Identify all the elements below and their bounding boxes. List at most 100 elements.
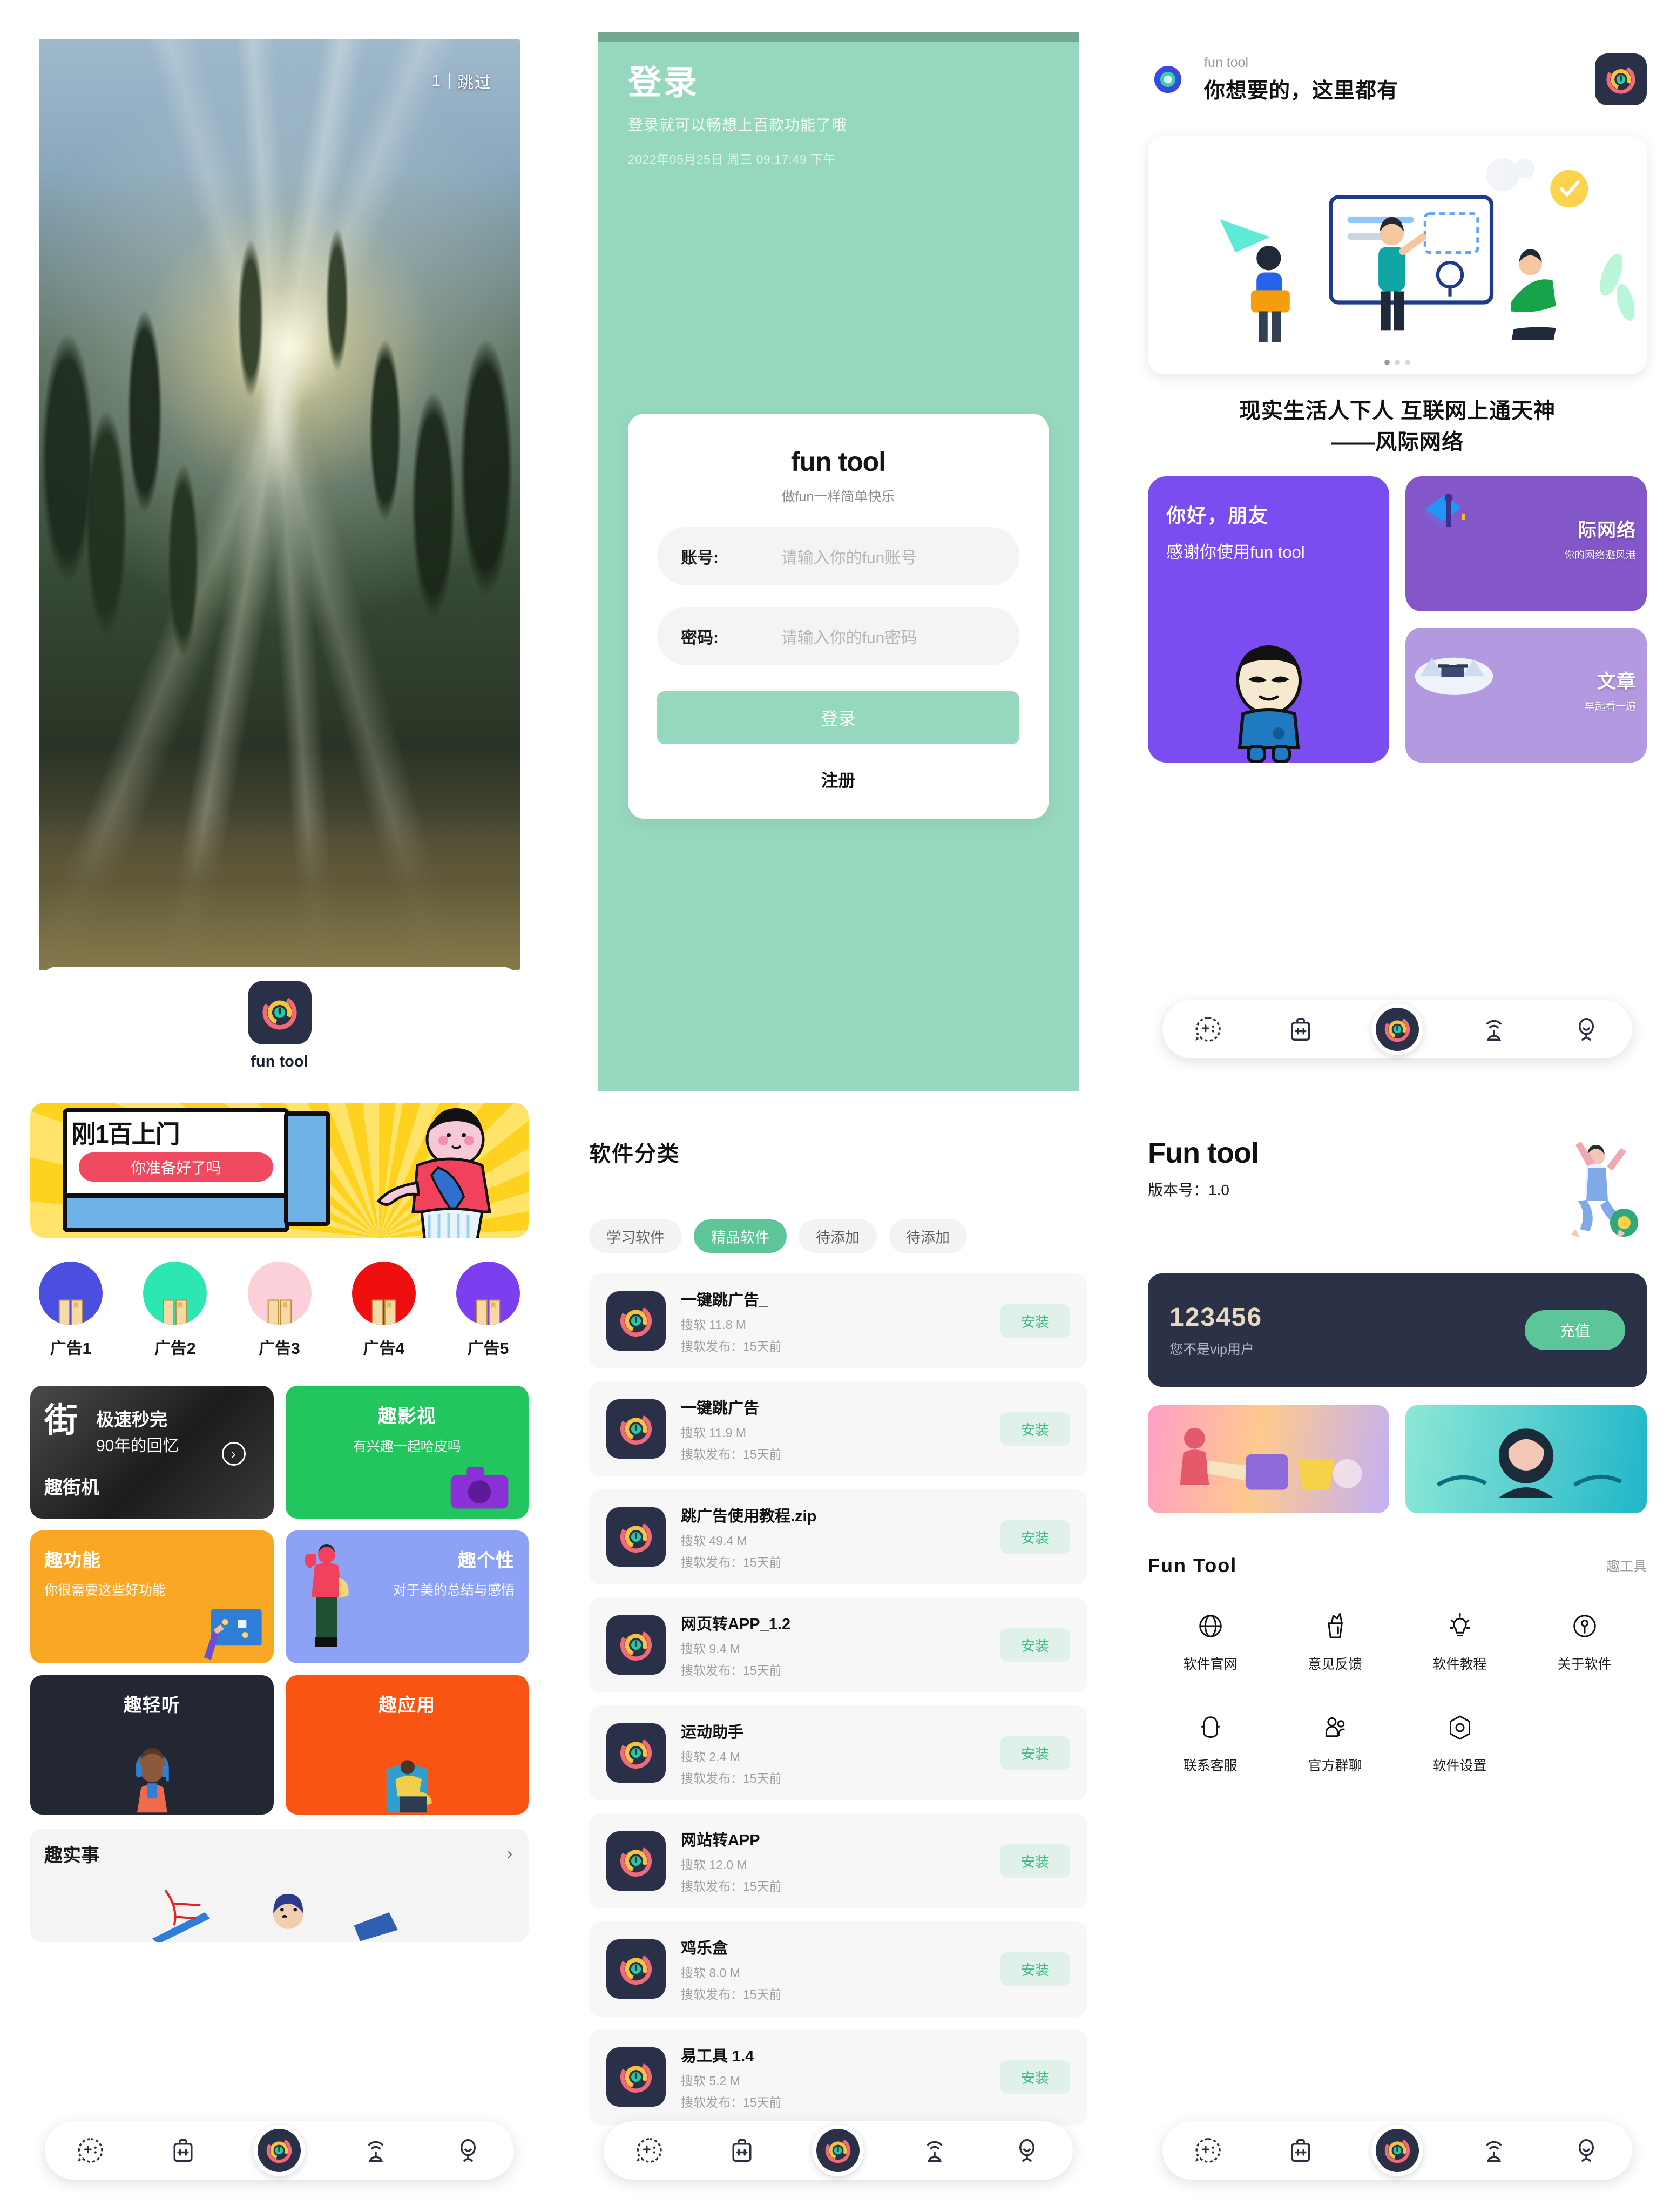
ad-item[interactable]: 广告4	[343, 1262, 424, 1359]
banner-dot[interactable]	[1384, 360, 1390, 365]
tile-listen[interactable]: 趣轻听	[30, 1675, 274, 1815]
tool-item-group[interactable]: 官方群聊	[1273, 1711, 1397, 1775]
home-tab[interactable]	[1371, 1003, 1423, 1055]
promo-banner-right[interactable]	[1405, 1405, 1647, 1513]
fun-tool-logo-icon	[606, 1723, 666, 1783]
toolbox-tab[interactable]	[161, 2129, 205, 2172]
fun-tool-logo-icon	[606, 1291, 666, 1351]
teamwork-illustration	[1148, 136, 1647, 374]
banner-dot[interactable]	[1395, 360, 1400, 365]
home-header-text: fun tool 你想要的，这里都有	[1204, 55, 1579, 104]
promo-banner[interactable]: 刚1百上门 你准备好了吗	[30, 1103, 529, 1238]
promo-screen: 刚1百上门 你准备好了吗	[63, 1108, 289, 1232]
promo-banner-left[interactable]	[1148, 1405, 1389, 1513]
card-article-title: 文章	[1597, 671, 1636, 692]
game-tab[interactable]	[1187, 2129, 1230, 2172]
tile-function[interactable]: 趣功能 你很需要这些好功能	[30, 1530, 274, 1663]
password-input[interactable]: 请输入你的fun密码	[762, 624, 996, 648]
topup-button[interactable]: 充值	[1525, 1310, 1625, 1350]
game-tab[interactable]	[69, 2129, 112, 2172]
tool-item-tutorial[interactable]: 软件教程	[1397, 1609, 1522, 1673]
install-button[interactable]: 安装	[1000, 1412, 1070, 1446]
card-hello[interactable]: 你好，朋友 感谢你使用fun tool	[1148, 476, 1389, 763]
book-icon	[476, 1299, 501, 1325]
app-meta: 鸡乐盒 搜软 8.0 M 搜软发布：15天前	[681, 1936, 985, 2002]
install-button[interactable]: 安装	[1000, 1520, 1070, 1554]
install-button[interactable]: 安装	[1000, 1628, 1070, 1662]
discover-tab[interactable]	[1472, 2129, 1516, 2172]
login-screen: 登录 登录就可以畅想上百款功能了哦 2022年05月25日 周三 09:17:4…	[598, 32, 1079, 1091]
profile-tab[interactable]	[1565, 2129, 1608, 2172]
install-button[interactable]: 安装	[1000, 2060, 1070, 2094]
tile-video[interactable]: 趣影视 有兴趣一起哈皮吗	[285, 1386, 529, 1519]
tile-street-machine[interactable]: 街 极速秒完 90年的回忆 趣街机 ›	[30, 1386, 274, 1519]
ad-item[interactable]: 广告3	[239, 1262, 320, 1359]
tile-personality[interactable]: 趣个性 对于美的总结与感悟	[285, 1530, 529, 1663]
game-tab[interactable]	[628, 2129, 671, 2172]
profile-tab[interactable]	[1565, 1008, 1608, 1051]
ad-circle	[351, 1262, 416, 1325]
fun-tool-logo-icon	[606, 1831, 666, 1891]
tab-pending-2[interactable]: 待添加	[889, 1219, 967, 1253]
login-button[interactable]: 登录	[657, 691, 1019, 744]
tool-item-support[interactable]: 联系客服	[1148, 1711, 1273, 1775]
account-field-row[interactable]: 账号: 请输入你的fun账号	[657, 527, 1019, 585]
ad-item[interactable]: 广告5	[448, 1262, 529, 1359]
tool-item-about[interactable]: 关于软件	[1522, 1609, 1647, 1673]
tile-street-char: 街	[44, 1402, 78, 1439]
table-row[interactable]: 易工具 1.4 搜软 5.2 M 搜软发布：15天前 安装	[589, 2029, 1087, 2125]
tile-apps[interactable]: 趣应用	[285, 1675, 529, 1815]
ad-item[interactable]: 广告1	[30, 1262, 111, 1359]
table-row[interactable]: 一键跳广告_ 搜软 11.8 M 搜软发布：15天前 安装	[589, 1273, 1087, 1368]
home-tab[interactable]	[253, 2125, 306, 2176]
tab-pending-1[interactable]: 待添加	[799, 1219, 877, 1253]
toolbox-tab[interactable]	[720, 2129, 763, 2172]
account-label: 账号:	[681, 549, 719, 567]
home-banner[interactable]	[1148, 136, 1647, 374]
discover-tab[interactable]	[1472, 1008, 1516, 1051]
table-row[interactable]: 鸡乐盒 搜软 8.0 M 搜软发布：15天前 安装	[589, 1921, 1087, 2017]
install-button[interactable]: 安装	[1000, 1844, 1070, 1878]
tool-item-settings[interactable]: 软件设置	[1397, 1711, 1522, 1775]
card-network[interactable]: 际网络 你的网络避风港	[1405, 476, 1647, 611]
tool-item-website[interactable]: 软件官网	[1148, 1609, 1273, 1673]
toolbox-tab[interactable]	[1279, 2129, 1322, 2172]
skip-button[interactable]: 1 跳过	[431, 69, 492, 93]
profile-tab[interactable]	[1005, 2129, 1049, 2172]
app-size: 搜软 12.0 M	[681, 1858, 747, 1872]
tab-premium-software[interactable]: 精品软件	[694, 1219, 787, 1253]
tool-item-feedback[interactable]: 意见反馈	[1273, 1609, 1397, 1673]
last-section-bar[interactable]: 趣实事 ›	[30, 1829, 529, 1942]
app-meta: 一键跳广告_ 搜软 11.8 M 搜软发布：15天前	[681, 1287, 985, 1354]
install-button[interactable]: 安装	[1000, 1736, 1070, 1770]
chevron-right-icon: ›	[507, 1845, 512, 1863]
tab-study-software[interactable]: 学习软件	[589, 1219, 682, 1253]
person-icon	[1578, 1018, 1594, 1041]
discover-tab[interactable]	[354, 2129, 397, 2172]
table-row[interactable]: 网页转APP_1.2 搜软 9.4 M 搜软发布：15天前 安装	[589, 1597, 1087, 1692]
table-row[interactable]: 一键跳广告 搜软 11.9 M 搜软发布：15天前 安装	[589, 1381, 1087, 1476]
fun-tool-logo-icon[interactable]	[1595, 53, 1647, 105]
install-button[interactable]: 安装	[1000, 1952, 1070, 1986]
home-tab[interactable]	[812, 2125, 864, 2176]
banner-dot[interactable]	[1405, 360, 1410, 365]
discover-tab[interactable]	[913, 2129, 956, 2172]
register-link[interactable]: 注册	[657, 767, 1019, 792]
account-input[interactable]: 请输入你的fun账号	[762, 544, 996, 568]
table-row[interactable]: 网站转APP 搜软 12.0 M 搜软发布：15天前 安装	[589, 1813, 1087, 1908]
install-button[interactable]: 安装	[1000, 1304, 1070, 1338]
table-row[interactable]: 运动助手 搜软 2.4 M 搜软发布：15天前 安装	[589, 1705, 1087, 1800]
table-row[interactable]: 跳广告使用教程.zip 搜软 49.4 M 搜软发布：15天前 安装	[589, 1489, 1087, 1584]
password-field-row[interactable]: 密码: 请输入你的fun密码	[657, 607, 1019, 665]
game-tab[interactable]	[1187, 1008, 1230, 1051]
tile-street-name: 趣街机	[44, 1478, 99, 1498]
tools-section-more[interactable]: 趣工具	[1606, 1556, 1647, 1575]
app-name: 运动助手	[681, 1724, 744, 1741]
profile-tab[interactable]	[447, 2129, 490, 2172]
card-article[interactable]: 文章 早起看一遍	[1405, 628, 1647, 763]
ad-item[interactable]: 广告2	[134, 1262, 215, 1359]
home-tab[interactable]	[1371, 2125, 1423, 2176]
panel-login: 登录 登录就可以畅想上百款功能了哦 2022年05月25日 周三 09:17:4…	[559, 0, 1118, 1091]
tool-label: 软件教程	[1432, 1657, 1487, 1672]
toolbox-tab[interactable]	[1279, 1008, 1322, 1051]
